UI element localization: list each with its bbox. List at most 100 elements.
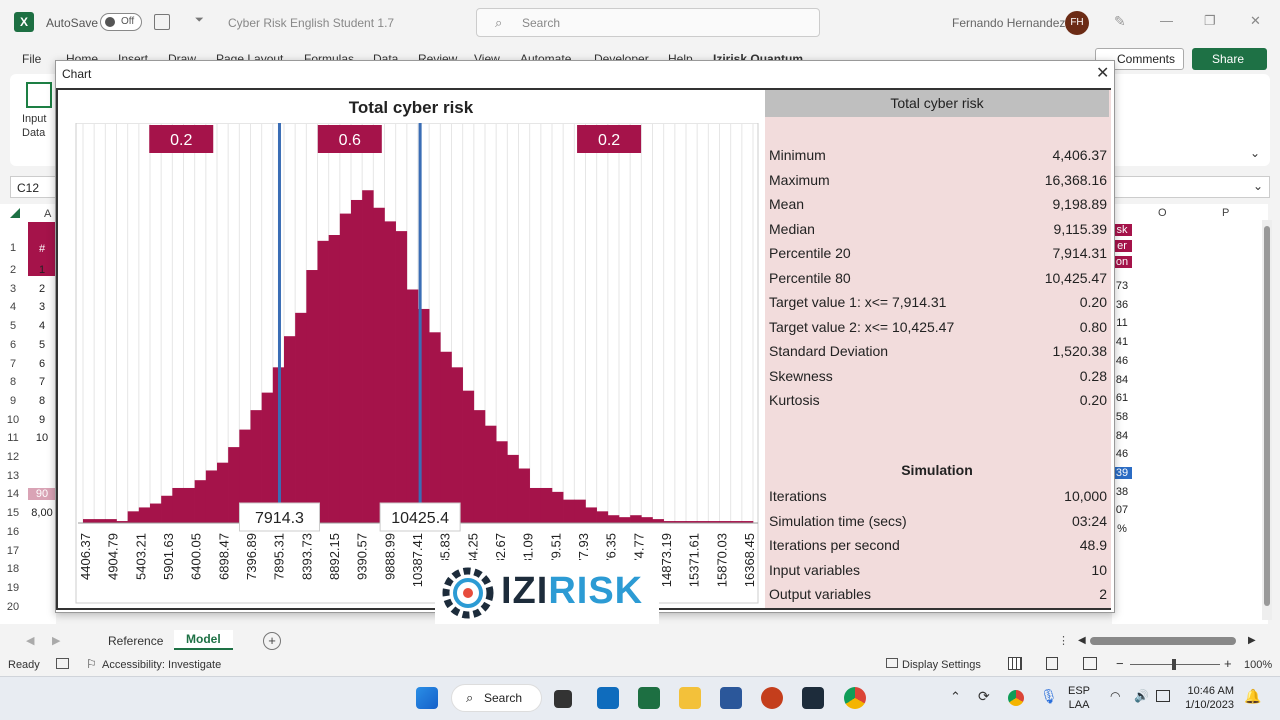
cell-right-value[interactable]: 41	[1112, 336, 1132, 348]
scroll-left-icon[interactable]: ◀	[1078, 635, 1086, 646]
row-header[interactable]: 14	[0, 488, 26, 500]
izirisk-app-icon[interactable]	[802, 687, 824, 709]
powerpoint-icon[interactable]	[761, 687, 783, 709]
row-header[interactable]: 9	[0, 395, 26, 407]
taskbar-search[interactable]: ⌕ Search	[451, 684, 542, 712]
prev-sheet-icon[interactable]: ◀	[26, 634, 34, 647]
cell-a[interactable]: 8,00	[28, 507, 56, 519]
input-data-label[interactable]: Input Data	[22, 112, 46, 140]
formula-bar[interactable]: ⌄	[1112, 176, 1270, 198]
wifi-icon[interactable]: ◠	[1110, 689, 1120, 703]
cell-a[interactable]: 90	[28, 488, 56, 501]
document-title[interactable]: Cyber Risk English Student 1.7	[228, 16, 394, 30]
vertical-scrollbar[interactable]	[1262, 220, 1272, 620]
cell-right-value[interactable]: 84	[1112, 430, 1132, 442]
language-indicator[interactable]: ESP LAA	[1068, 684, 1090, 712]
clock[interactable]: 10:46 AM 1/10/2023	[1182, 684, 1234, 712]
sheet-tab-model[interactable]: Model	[174, 630, 233, 650]
cell-right-value[interactable]: %	[1112, 523, 1132, 535]
cell-a[interactable]: 9	[28, 414, 56, 426]
cell-right-value[interactable]: 11	[1112, 317, 1132, 329]
cell-a[interactable]: 10	[28, 432, 56, 444]
cell-right-value[interactable]: 46	[1112, 355, 1132, 367]
row-header[interactable]: 17	[0, 545, 26, 557]
cell-a[interactable]: 5	[28, 339, 56, 351]
formula-expand-icon[interactable]: ⌄	[1253, 179, 1263, 193]
ribbon-expand-icon[interactable]: ⌄	[1250, 146, 1260, 160]
cell-a[interactable]: 6	[28, 358, 56, 370]
row-header[interactable]: 2	[0, 264, 26, 276]
cell-right-value[interactable]: 39	[1112, 467, 1132, 479]
cell-a[interactable]: 4	[28, 320, 56, 332]
row-header[interactable]: 4	[0, 301, 26, 313]
cell-right-value[interactable]: sk	[1112, 224, 1132, 236]
tray-chevron-icon[interactable]: ⌃	[950, 689, 961, 705]
cell-right-value[interactable]: 46	[1112, 448, 1132, 460]
file-explorer-icon[interactable]	[679, 687, 701, 709]
autosave-toggle[interactable]: Off	[100, 13, 142, 31]
row-header[interactable]: 11	[0, 432, 26, 444]
search-input[interactable]: ⌕ Search	[476, 8, 820, 37]
avatar[interactable]: FH	[1065, 11, 1089, 35]
row-header[interactable]: 18	[0, 563, 26, 575]
row-header[interactable]: 8	[0, 376, 26, 388]
minimize-icon[interactable]: —	[1160, 13, 1173, 28]
column-header-a[interactable]: A	[44, 208, 51, 220]
macro-record-icon[interactable]	[56, 658, 69, 669]
cell-right-value[interactable]: 73	[1112, 280, 1132, 292]
row-header[interactable]: 6	[0, 339, 26, 351]
sheet-tab-reference[interactable]: Reference	[96, 632, 175, 652]
cell-a[interactable]: 7	[28, 376, 56, 388]
column-header-o[interactable]: O	[1158, 207, 1167, 219]
cell-right-value[interactable]: 07	[1112, 504, 1132, 516]
row-header[interactable]: 5	[0, 320, 26, 332]
page-layout-view-icon[interactable]	[1046, 657, 1058, 670]
cell-a[interactable]: 2	[28, 283, 56, 295]
zoom-slider-thumb[interactable]	[1172, 659, 1176, 670]
select-all-icon[interactable]	[10, 208, 20, 218]
excel-taskbar-icon[interactable]	[638, 687, 660, 709]
row-header[interactable]: 12	[0, 451, 26, 463]
more-options-icon[interactable]: ⋮	[1058, 634, 1069, 647]
notification-bell-icon[interactable]: 🔔	[1244, 688, 1261, 705]
zoom-in-icon[interactable]: +	[1224, 656, 1232, 671]
customize-qat-icon[interactable]: ⏷	[195, 14, 204, 27]
normal-view-icon[interactable]	[1008, 657, 1022, 670]
row-header[interactable]: 20	[0, 601, 26, 613]
cell-a[interactable]: 3	[28, 301, 56, 313]
row-header[interactable]: 3	[0, 283, 26, 295]
page-break-view-icon[interactable]	[1083, 657, 1097, 670]
row-header[interactable]: 15	[0, 507, 26, 519]
chrome-tray-icon[interactable]	[1008, 690, 1024, 706]
restore-icon[interactable]: ❐	[1204, 13, 1216, 29]
cell-right-value[interactable]: er	[1112, 240, 1132, 252]
close-window-icon[interactable]: ✕	[1250, 13, 1261, 29]
cell-a[interactable]: 1	[28, 264, 56, 276]
sync-icon[interactable]: ⟳	[978, 688, 990, 705]
cell-right-value[interactable]: 36	[1112, 299, 1132, 311]
chrome-icon[interactable]	[844, 687, 866, 709]
cell-right-value[interactable]: on	[1112, 256, 1132, 268]
row-header[interactable]: 19	[0, 582, 26, 594]
row-header[interactable]: 10	[0, 414, 26, 426]
cell-right-value[interactable]: 58	[1112, 411, 1132, 423]
zoom-out-icon[interactable]: −	[1116, 656, 1124, 671]
share-button[interactable]: Share	[1192, 48, 1267, 70]
row-header[interactable]: 1	[0, 242, 26, 254]
windows-start-icon[interactable]	[416, 687, 438, 709]
row-header[interactable]: 16	[0, 526, 26, 538]
close-icon[interactable]: ✕	[1096, 63, 1109, 83]
column-header-p[interactable]: P	[1222, 207, 1229, 219]
cell-right-value[interactable]: 38	[1112, 486, 1132, 498]
microphone-icon[interactable]: 🎙	[1040, 688, 1058, 705]
battery-icon[interactable]	[1156, 690, 1170, 702]
task-view-icon[interactable]	[554, 690, 572, 708]
scroll-right-icon[interactable]: ▶	[1248, 635, 1256, 646]
outlook-icon[interactable]	[597, 687, 619, 709]
add-sheet-button[interactable]: +	[263, 632, 281, 650]
row-header[interactable]: 13	[0, 470, 26, 482]
tab-file[interactable]: File	[22, 52, 41, 66]
cell-right-value[interactable]: 84	[1112, 374, 1132, 386]
save-icon[interactable]	[154, 14, 170, 30]
pen-icon[interactable]: ✎	[1114, 13, 1126, 30]
